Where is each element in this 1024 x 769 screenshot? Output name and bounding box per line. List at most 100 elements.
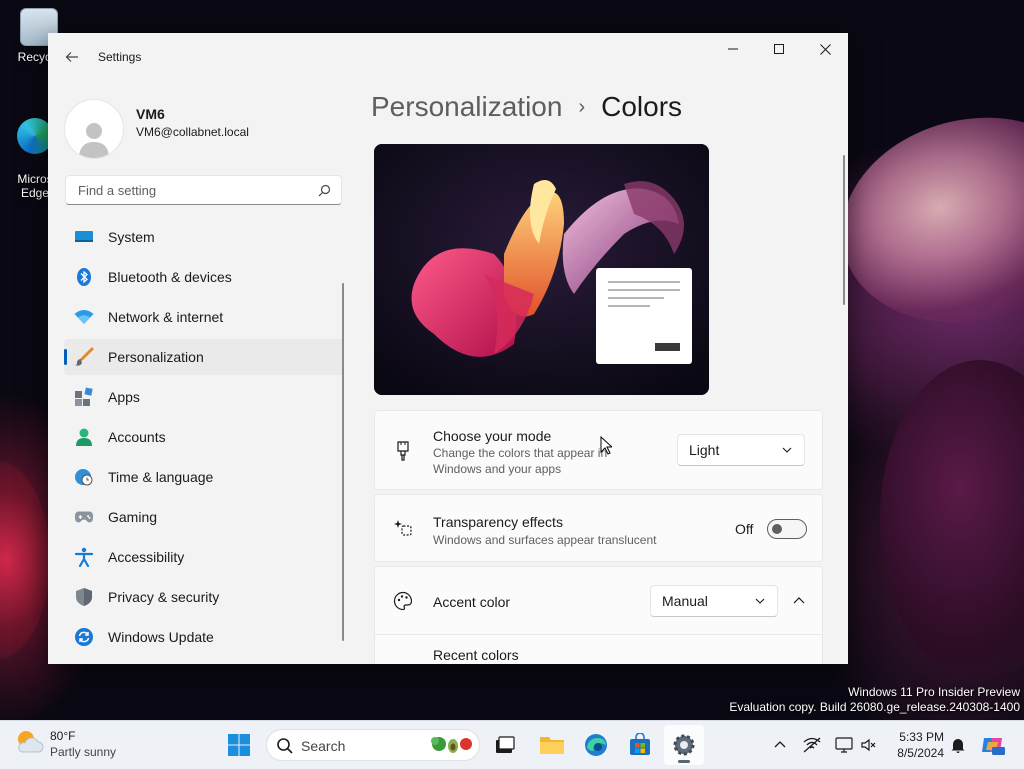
search-icon (318, 184, 331, 197)
breadcrumb-parent-link[interactable]: Personalization (371, 91, 562, 122)
user-profile[interactable]: VM6 VM6@collabnet.local (64, 99, 344, 159)
apps-icon (74, 387, 94, 407)
title-bar[interactable]: Settings (48, 33, 848, 81)
brush-icon (74, 347, 94, 367)
close-button[interactable] (802, 33, 848, 65)
network-disconnected-icon (803, 737, 821, 753)
taskbar-search[interactable]: Search (266, 729, 480, 761)
sidebar-item-label: System (108, 229, 155, 245)
wifi-icon (74, 307, 94, 327)
sidebar-item-label: Personalization (108, 349, 204, 365)
content-scrollbar[interactable] (843, 155, 845, 305)
task-view-button[interactable] (485, 725, 525, 765)
sidebar-item-gaming[interactable]: Gaming (64, 499, 344, 535)
store-button[interactable] (620, 725, 660, 765)
settings-window: Settings VM6 VM6@collabnet.local Find a … (48, 33, 848, 664)
app-title: Settings (98, 50, 142, 64)
running-indicator (678, 760, 690, 763)
speaker-muted-icon (861, 738, 876, 752)
weather-temperature: 80°F (50, 729, 76, 743)
system-icon (74, 227, 94, 247)
gamepad-icon (74, 507, 94, 527)
file-explorer-button[interactable] (532, 725, 572, 765)
volume-button[interactable] (858, 735, 878, 755)
start-button[interactable] (219, 725, 259, 765)
clock-time: 5:33 PM (899, 730, 944, 744)
watermark-line-1: Windows 11 Pro Insider Preview (848, 685, 1020, 699)
sidebar-item-privacy-security[interactable]: Privacy & security (64, 579, 344, 615)
clock-date: 8/5/2024 (897, 746, 944, 760)
task-view-icon (496, 736, 515, 753)
page-title: Colors (601, 91, 683, 122)
minimize-button[interactable] (710, 33, 756, 65)
sidebar-item-network[interactable]: Network & internet (64, 299, 344, 335)
sidebar-item-label: Bluetooth & devices (108, 269, 232, 285)
chevron-up-icon (793, 597, 805, 604)
watermark-line-2: Evaluation copy. Build 26080.ge_release.… (729, 700, 1020, 714)
navigation-scrollbar[interactable] (342, 283, 344, 641)
display-settings-button[interactable] (834, 735, 854, 755)
settings-taskbar-button[interactable] (664, 725, 704, 765)
mode-dropdown[interactable]: Light (677, 434, 805, 466)
breadcrumb-separator: › (578, 96, 586, 118)
back-arrow-icon (65, 52, 78, 62)
theme-preview-image (374, 144, 709, 395)
show-hidden-icons-button[interactable] (770, 735, 790, 755)
transparency-title: Transparency effects (433, 514, 563, 530)
accent-divider (375, 634, 822, 635)
notifications-button[interactable] (948, 735, 968, 755)
bluetooth-icon (74, 267, 94, 287)
chevron-down-icon (755, 598, 765, 604)
sidebar-item-label: Time & language (108, 469, 214, 485)
folder-icon (540, 737, 564, 754)
taskbar-search-label: Search (301, 738, 346, 754)
collapse-accent-button[interactable] (785, 589, 813, 613)
sidebar-item-apps[interactable]: Apps (64, 379, 344, 415)
windows-logo-icon (228, 734, 250, 756)
search-highlight-icon (431, 737, 472, 753)
wallpaper-bloom-illustration (374, 144, 709, 395)
sidebar-item-label: Network & internet (108, 309, 224, 325)
accent-dropdown-value: Manual (662, 593, 708, 609)
recent-colors-heading: Recent colors (433, 647, 519, 663)
gear-icon (673, 734, 695, 756)
update-icon (74, 627, 94, 647)
user-email: VM6@collabnet.local (136, 125, 249, 139)
chevron-up-icon (774, 741, 786, 748)
back-button[interactable] (60, 45, 84, 69)
maximize-button[interactable] (756, 33, 802, 65)
palette-icon (393, 591, 413, 611)
avatar (64, 99, 124, 159)
search-input[interactable] (76, 182, 310, 199)
sidebar-item-accounts[interactable]: Accounts (64, 419, 344, 455)
sidebar-item-time-language[interactable]: Time & language (64, 459, 344, 495)
weather-widget[interactable]: 80°F Partly sunny (14, 728, 116, 759)
sidebar-item-personalization[interactable]: Personalization (64, 339, 344, 375)
network-status-button[interactable] (802, 735, 822, 755)
search-icon (277, 738, 293, 754)
close-icon (819, 43, 831, 55)
partly-sunny-icon (18, 731, 44, 753)
sidebar-item-windows-update[interactable]: Windows Update (64, 619, 344, 655)
sidebar-item-accessibility[interactable]: Accessibility (64, 539, 344, 575)
find-setting-search[interactable] (65, 175, 342, 205)
accounts-icon (74, 427, 94, 447)
sidebar-item-label: Accessibility (108, 549, 185, 565)
copilot-button[interactable] (980, 735, 1006, 755)
accent-color-dropdown[interactable]: Manual (650, 585, 778, 617)
edge-button[interactable] (576, 725, 616, 765)
taskbar: 80°F Partly sunny Search 5:33 PM 8/5/202… (0, 720, 1024, 769)
shield-icon (74, 587, 94, 607)
transparency-toggle[interactable] (767, 519, 807, 539)
choose-mode-title: Choose your mode (433, 428, 552, 444)
accent-color-card: Accent color Manual Recent colors (374, 566, 823, 664)
choose-mode-card: Choose your mode Change the colors that … (374, 410, 823, 490)
sidebar-item-system[interactable]: System (64, 219, 344, 255)
sidebar-item-label: Apps (108, 389, 140, 405)
edge-icon (585, 734, 607, 756)
transparency-state-label: Off (735, 521, 754, 537)
sidebar-item-bluetooth[interactable]: Bluetooth & devices (64, 259, 344, 295)
copilot-icon (982, 738, 1005, 755)
store-icon (630, 733, 650, 755)
system-clock[interactable]: 5:33 PM 8/5/2024 (884, 729, 944, 761)
